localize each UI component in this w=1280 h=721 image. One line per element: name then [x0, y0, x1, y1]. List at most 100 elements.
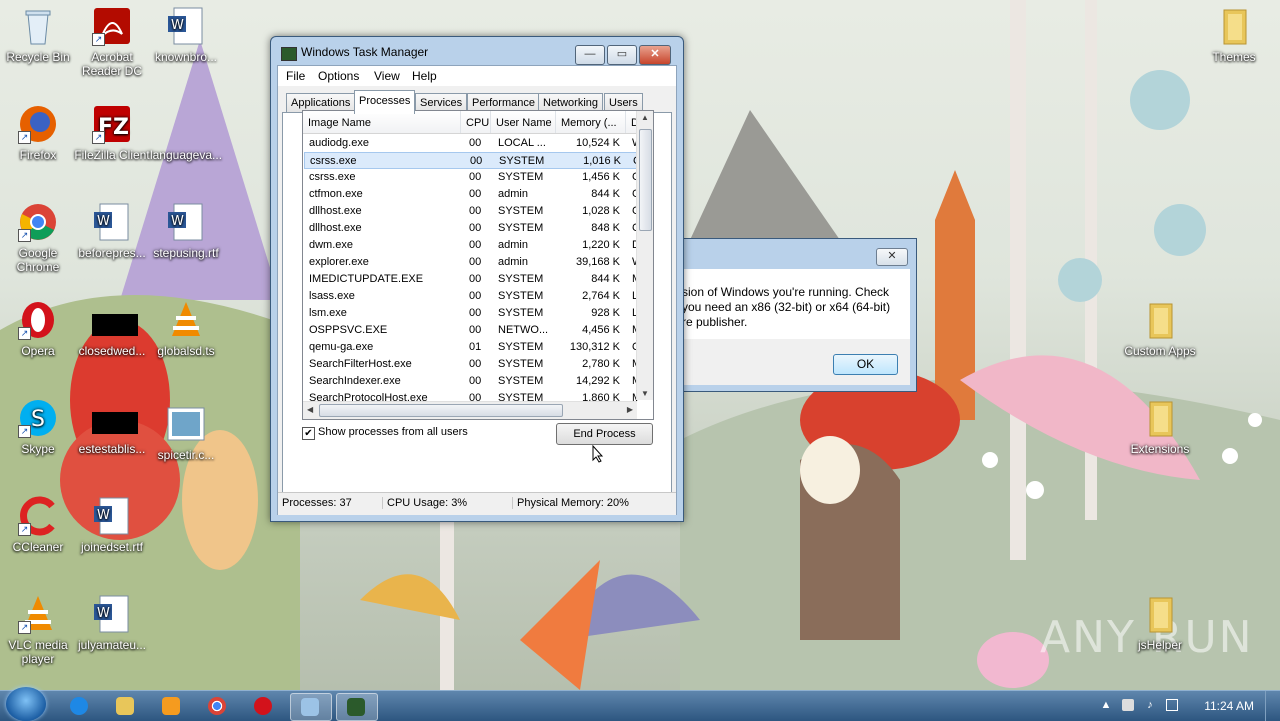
desktop-icon-custom-apps[interactable]: Custom Apps: [1122, 296, 1198, 358]
desktop-icon-filezilla[interactable]: FZ ↗ FileZilla Client: [74, 100, 150, 162]
horizontal-scroll-thumb[interactable]: [319, 404, 563, 417]
scroll-left-arrow-icon[interactable]: ◀: [307, 405, 313, 414]
desktop-icon-acrobat[interactable]: ↗ Acrobat Reader DC: [74, 2, 150, 78]
process-memory: 844 K: [591, 273, 620, 285]
process-memory: 848 K: [591, 222, 620, 234]
column-header-cpu[interactable]: CPU: [461, 111, 491, 133]
scroll-up-arrow-icon[interactable]: ▲: [641, 113, 649, 122]
process-cpu: 00: [469, 358, 482, 370]
word-doc-icon: W: [92, 202, 132, 242]
tab-processes[interactable]: Processes: [354, 90, 416, 114]
process-user: SYSTEM: [498, 341, 544, 353]
desktop-icon-ccleaner[interactable]: ↗ CCleaner: [0, 492, 76, 554]
process-row[interactable]: dllhost.exe00SYSTEM1,028 KC: [304, 203, 638, 220]
show-hidden-icons-arrow[interactable]: ▲: [1100, 699, 1112, 711]
process-memory: 1,220 K: [582, 239, 620, 251]
menu-options[interactable]: Options: [318, 69, 359, 83]
minimize-button[interactable]: —: [575, 45, 605, 65]
ok-button[interactable]: OK: [833, 354, 898, 375]
desktop-icon-knownbro[interactable]: W knownbro...: [148, 2, 224, 64]
taskbar-media-player[interactable]: [152, 693, 192, 719]
filezilla-icon: FZ ↗: [92, 104, 132, 144]
desktop-icon-spicetir[interactable]: spicetir.c...: [148, 400, 224, 462]
process-row[interactable]: SearchIndexer.exe00SYSTEM14,292 KM: [304, 373, 638, 390]
process-user: LOCAL ...: [498, 137, 546, 149]
process-user: admin: [498, 256, 528, 268]
word-doc-icon: W: [166, 6, 206, 46]
maximize-button[interactable]: ▭: [607, 45, 637, 65]
folder-icon: [1140, 300, 1180, 340]
action-center-icon[interactable]: [1122, 699, 1134, 711]
clock[interactable]: 11:24 AM: [1204, 699, 1254, 713]
desktop-icon-closedwed[interactable]: closedwed...: [74, 310, 150, 358]
process-name: csrss.exe: [309, 171, 356, 183]
desktop-icon-extensions[interactable]: Extensions: [1122, 394, 1198, 456]
process-row[interactable]: SearchFilterHost.exe00SYSTEM2,780 KM: [304, 356, 638, 373]
process-row[interactable]: qemu-ga.exe01SYSTEM130,312 KQ: [304, 339, 638, 356]
scroll-down-arrow-icon[interactable]: ▼: [641, 389, 649, 398]
column-header-memory[interactable]: Memory (...: [556, 111, 626, 133]
process-row[interactable]: dwm.exe00admin1,220 KD: [304, 237, 638, 254]
start-button[interactable]: [6, 687, 46, 721]
desktop-icon-beforepres[interactable]: W beforepres...: [74, 198, 150, 260]
desktop-icon-firefox[interactable]: ↗ Firefox: [0, 100, 76, 162]
desktop-icon-themes[interactable]: Themes: [1196, 2, 1272, 64]
volume-icon[interactable]: ♪: [1144, 699, 1156, 711]
taskbar-internet-explorer[interactable]: [60, 693, 100, 719]
process-row[interactable]: explorer.exe00admin39,168 KW: [304, 254, 638, 271]
process-memory: 1,028 K: [582, 205, 620, 217]
show-all-users-label[interactable]: Show processes from all users: [318, 426, 468, 438]
taskbar-task-manager[interactable]: [336, 693, 378, 721]
dialog-close-button[interactable]: ✕: [876, 248, 908, 266]
desktop-icon-estestablis[interactable]: estestablis...: [74, 408, 150, 456]
end-process-button[interactable]: End Process: [556, 423, 653, 445]
desktop-icon-languageva[interactable]: languageva...: [148, 100, 224, 162]
close-button[interactable]: ✕: [639, 45, 671, 65]
process-row[interactable]: audiodg.exe00LOCAL ...10,524 KW: [304, 135, 638, 152]
process-name: ctfmon.exe: [309, 188, 363, 200]
vertical-scroll-thumb[interactable]: [639, 129, 652, 231]
taskbar-opera[interactable]: [244, 693, 284, 719]
process-user: SYSTEM: [498, 358, 544, 370]
process-row[interactable]: dllhost.exe00SYSTEM848 KC: [304, 220, 638, 237]
show-all-users-checkbox[interactable]: ✔: [302, 427, 315, 440]
column-header-user-name[interactable]: User Name: [491, 111, 556, 133]
horizontal-scrollbar[interactable]: ◀ ▶: [303, 401, 637, 419]
scroll-right-arrow-icon[interactable]: ▶: [627, 405, 633, 414]
desktop-icon-stepusing[interactable]: W stepusing.rtf: [148, 198, 224, 260]
desktop-icon-joinedset[interactable]: W joinedset.rtf: [74, 492, 150, 554]
network-icon[interactable]: [1166, 699, 1178, 711]
desktop-icon-jshelper[interactable]: jsHelper: [1122, 590, 1198, 652]
desktop-icon-recycle-bin[interactable]: Recycle Bin: [0, 2, 76, 64]
task-manager-app-icon: [281, 47, 297, 61]
process-row[interactable]: ctfmon.exe00admin844 KC: [304, 186, 638, 203]
show-desktop-button[interactable]: [1265, 691, 1280, 721]
taskbar-remote-desktop[interactable]: [290, 693, 332, 721]
desktop-icon-vlc[interactable]: ↗ VLC media player: [0, 590, 76, 666]
menu-view[interactable]: View: [374, 69, 400, 83]
process-row[interactable]: OSPPSVC.EXE00NETWO...4,456 KM: [304, 322, 638, 339]
process-row[interactable]: lsm.exe 00 SYSTEM 928 KL: [304, 305, 638, 322]
desktop-icon-julyamateu[interactable]: W julyamateu...: [74, 590, 150, 652]
explorer-folder-icon: [116, 697, 134, 715]
process-row[interactable]: csrss.exe00SYSTEM1,456 KC: [304, 169, 638, 186]
dialog-message: sion of Windows you're running. Check yo…: [682, 285, 890, 330]
vertical-scrollbar[interactable]: ▲ ▼: [636, 111, 653, 400]
menu-help[interactable]: Help: [412, 69, 437, 83]
dialog-message-line: you need an x86 (32-bit) or x64 (64-bit): [682, 300, 891, 314]
taskbar-file-explorer[interactable]: [106, 693, 146, 719]
desktop-icon-chrome[interactable]: ↗ Google Chrome: [0, 198, 76, 274]
desktop-icon-opera[interactable]: ↗ Opera: [0, 296, 76, 358]
desktop-icon-skype[interactable]: S ↗ Skype: [0, 394, 76, 456]
process-row[interactable]: csrss.exe00SYSTEM1,016 KC: [304, 152, 639, 169]
svg-text:W: W: [171, 18, 184, 33]
taskbar-chrome[interactable]: [198, 693, 238, 719]
process-memory: 39,168 K: [575, 256, 620, 268]
menu-file[interactable]: File: [286, 69, 305, 83]
process-name: SearchFilterHost.exe: [309, 358, 412, 370]
process-row[interactable]: IMEDICTUPDATE.EXE00SYSTEM844 KM: [304, 271, 638, 288]
process-row[interactable]: lsass.exe 00 SYSTEM 2,764 KL: [304, 288, 638, 305]
status-bar: Processes: 37 CPU Usage: 3% Physical Mem…: [278, 492, 676, 515]
process-list[interactable]: Image Name ▲ CPU User Name Memory (... D…: [302, 110, 654, 420]
desktop-icon-globalsd[interactable]: globalsd.ts: [148, 296, 224, 358]
